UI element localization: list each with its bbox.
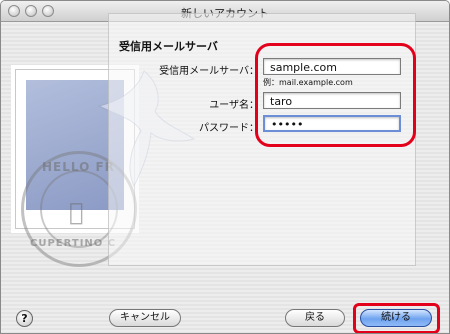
- password-label: パスワード：: [199, 123, 259, 134]
- incoming-server-label: 受信用メールサーバ：: [159, 66, 259, 77]
- continue-highlight: [353, 303, 440, 333]
- help-button[interactable]: ?: [16, 310, 33, 327]
- back-button[interactable]: 戻る: [285, 309, 345, 327]
- cancel-button[interactable]: キャンセル: [109, 309, 181, 327]
- postmark-top-text: HELLO FR: [42, 160, 115, 174]
- username-label: ユーザ名：: [209, 100, 259, 111]
- section-title: 受信用メールサーバ: [119, 40, 218, 53]
- apple-logo-icon: : [69, 198, 83, 226]
- new-account-window: 新しいアカウント HELLO FR  CUPERTINO C 受信用メールサー…: [0, 0, 450, 334]
- fields-highlight: [255, 43, 416, 147]
- postmark-bottom-text: CUPERTINO C: [30, 238, 117, 249]
